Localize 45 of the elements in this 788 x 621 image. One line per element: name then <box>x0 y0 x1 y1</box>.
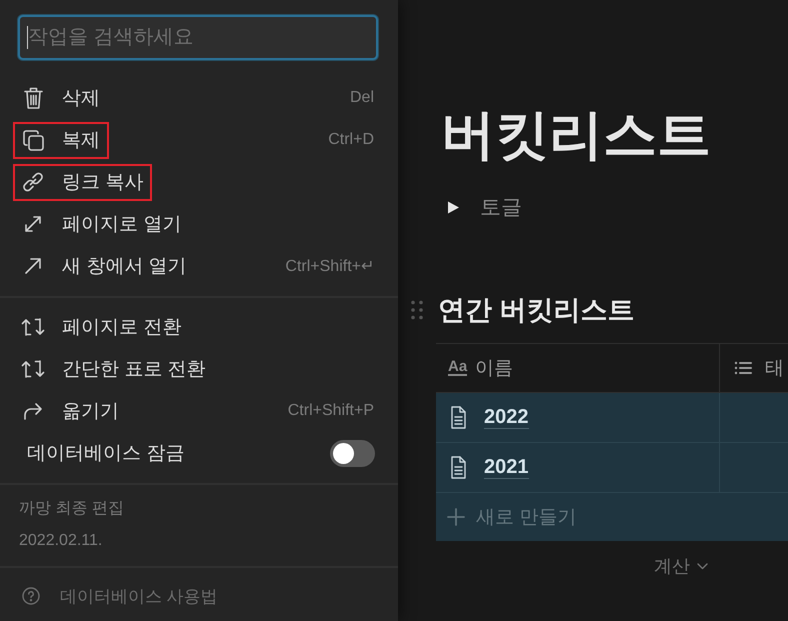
arrow-up-right-icon <box>24 257 42 275</box>
page-link[interactable]: 2022 <box>484 406 528 429</box>
database-title: 연간 버킷리스트 <box>438 294 635 327</box>
last-edited-date: 2022.02.11. <box>19 531 102 551</box>
menu-item[interactable]: 새 창에서 열기 Ctrl+Shift+↵ <box>0 245 398 287</box>
search-field[interactable]: 작업을 검색하세요 <box>18 15 378 60</box>
toggle-text: 토글 <box>480 195 522 221</box>
page-title: 버킷리스트 <box>441 104 711 167</box>
document-icon <box>451 456 466 479</box>
property-type-label: Aa <box>448 360 468 376</box>
last-edited-label: 까망 최종 편집 <box>19 499 124 519</box>
table-row[interactable]: 2021 <box>436 443 788 493</box>
drag-handle-icon[interactable] <box>411 300 423 320</box>
menu-item[interactable]: 페이지로 전환 <box>0 306 398 348</box>
menu-item[interactable]: 링크 복사 <box>0 161 398 203</box>
keyboard-shortcut: Ctrl+Shift+P <box>286 402 374 420</box>
table-row[interactable]: 2022 <box>436 393 788 443</box>
help-icon <box>22 587 40 605</box>
menu-item[interactable]: 간단한 표로 전환 <box>0 348 398 390</box>
trash-icon <box>24 87 42 109</box>
loop-arrows-icon <box>21 317 45 337</box>
menu-item[interactable]: 복제 Ctrl+D <box>0 119 398 161</box>
toggle-switch[interactable] <box>330 440 375 466</box>
document-icon <box>451 406 466 429</box>
keyboard-shortcut: Ctrl+D <box>327 131 374 149</box>
curved-arrow-icon <box>23 402 43 420</box>
list-icon <box>734 361 752 375</box>
loop-arrows-icon <box>21 359 45 379</box>
chevron-down-icon <box>697 562 708 570</box>
calculate-button[interactable]: 계산 <box>654 554 708 578</box>
link-icon <box>22 171 44 193</box>
menu-item[interactable]: 데이터베이스 잠금 <box>0 432 398 474</box>
duplicate-icon <box>22 130 44 150</box>
plus-icon <box>447 508 465 526</box>
diagonal-arrows-icon <box>24 215 42 233</box>
keyboard-shortcut: Del <box>348 89 374 107</box>
triangle-right-icon[interactable] <box>447 200 460 214</box>
menu-item[interactable]: 페이지로 열기 <box>0 203 398 245</box>
page-link[interactable]: 2021 <box>484 456 528 479</box>
keyboard-shortcut: Ctrl+Shift+↵ <box>284 257 374 276</box>
menu-item[interactable]: 옮기기 Ctrl+Shift+P <box>0 390 398 432</box>
menu-item[interactable]: 삭제 Del <box>0 77 398 119</box>
text-cursor-icon <box>27 26 28 49</box>
column-header[interactable]: 태 <box>720 344 788 392</box>
column-header[interactable]: Aa 이름 <box>436 344 720 392</box>
